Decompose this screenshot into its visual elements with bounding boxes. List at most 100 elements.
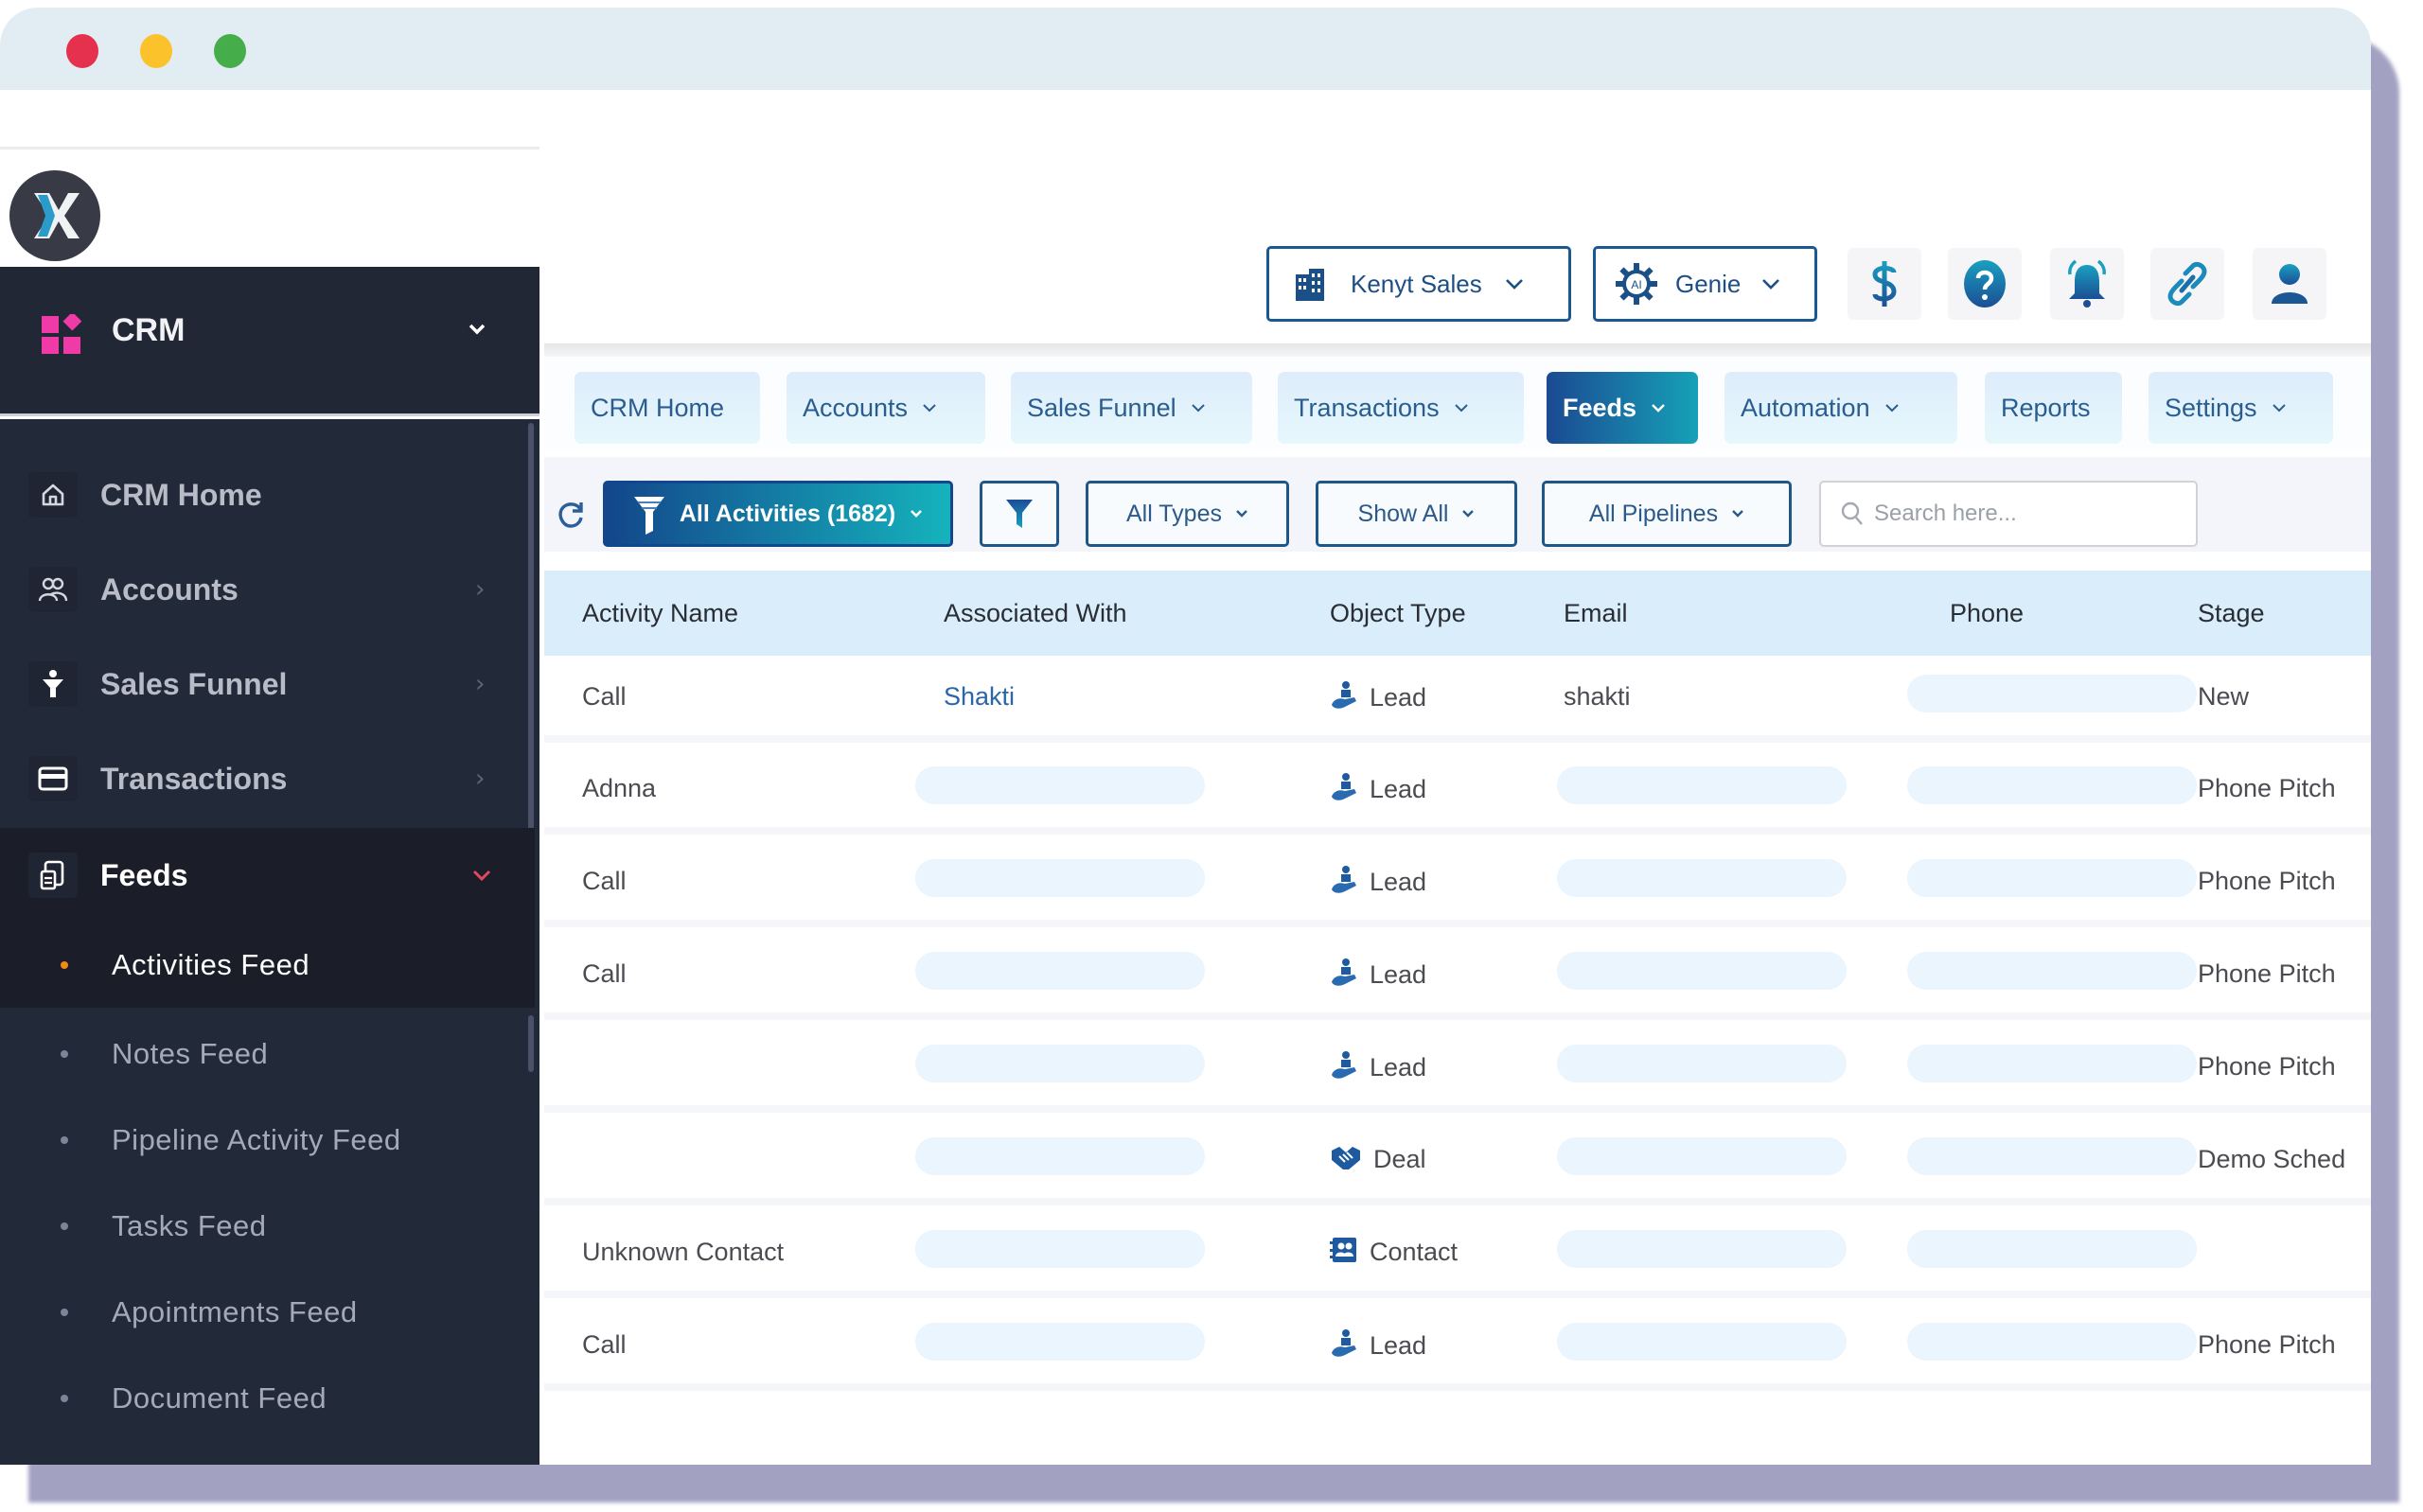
- sidebar-item-feeds[interactable]: Feeds: [0, 828, 535, 923]
- chevron-down-icon: [2272, 404, 2286, 413]
- activity-name-cell: Call: [582, 1330, 627, 1359]
- activity-name-cell: Call: [582, 959, 627, 988]
- object-type-cell: Lead: [1330, 680, 1426, 714]
- column-header[interactable]: Activity Name: [582, 599, 738, 628]
- phone-redacted: [1907, 675, 2197, 712]
- column-header[interactable]: Associated With: [944, 599, 1127, 628]
- x-logo-icon[interactable]: [9, 170, 100, 261]
- module-switcher[interactable]: CRM: [0, 267, 539, 416]
- maximize-window-button[interactable]: [214, 34, 246, 68]
- email-redacted: [1557, 1230, 1847, 1268]
- object-type-cell: Contact: [1330, 1236, 1458, 1268]
- header-divider: [544, 343, 2371, 357]
- close-window-button[interactable]: [66, 34, 98, 68]
- stage-cell: Phone Pitch: [2198, 1330, 2336, 1359]
- table-row[interactable]: Call Shakti Lead shakti New: [544, 656, 2371, 743]
- tab-settings[interactable]: Settings: [2149, 372, 2333, 444]
- tab-crm-home[interactable]: CRM Home: [575, 372, 760, 444]
- chevron-down-icon: [472, 870, 491, 882]
- sidebar-subitem-notes-feed[interactable]: Notes Feed: [0, 1011, 535, 1097]
- user-icon: [2272, 264, 2308, 304]
- lead-icon: [1330, 772, 1358, 806]
- tab-feeds[interactable]: Feeds: [1547, 372, 1698, 444]
- funnel-filter-icon: [633, 497, 664, 535]
- email-redacted: [1557, 1323, 1847, 1361]
- phone-redacted: [1907, 1323, 2197, 1361]
- notifications-button[interactable]: [2050, 248, 2124, 320]
- tab-accounts[interactable]: Accounts: [787, 372, 985, 444]
- table-row[interactable]: Deal Demo Sched: [544, 1118, 2371, 1205]
- sidebar-subitem-label: Apointments Feed: [112, 1295, 358, 1328]
- table-row[interactable]: Unknown Contact Contact: [544, 1211, 2371, 1298]
- help-button[interactable]: [1948, 248, 2022, 320]
- show-dropdown[interactable]: Show All: [1316, 481, 1517, 547]
- associated-with-redacted: [915, 952, 1205, 990]
- sidebar-item-label: Accounts: [100, 571, 239, 607]
- sidebar-subitem-tasks-feed[interactable]: Tasks Feed: [0, 1184, 535, 1269]
- tab-transactions[interactable]: Transactions: [1278, 372, 1524, 444]
- minimize-window-button[interactable]: [140, 34, 172, 68]
- sidebar-menu: CRM Home Accounts › Sales Funnel › Trans…: [0, 419, 539, 1465]
- sidebar-item-label: Sales Funnel: [100, 666, 288, 701]
- tab-sales-funnel[interactable]: Sales Funnel: [1011, 372, 1252, 444]
- lead-icon: [1330, 680, 1358, 714]
- tab-reports[interactable]: Reports: [1985, 372, 2122, 444]
- types-dropdown[interactable]: All Types: [1086, 481, 1289, 547]
- tab-label: Settings: [2165, 393, 2257, 422]
- stage-cell: New: [2198, 682, 2250, 711]
- feed-icon: [28, 853, 78, 898]
- sidebar-subitem-activities-feed[interactable]: Activities Feed: [0, 923, 535, 1008]
- object-type-cell: Lead: [1330, 865, 1426, 899]
- refresh-icon[interactable]: [556, 500, 586, 530]
- activities-filter-dropdown[interactable]: All Activities (1682): [603, 481, 953, 547]
- svg-text:AI: AI: [1631, 278, 1641, 291]
- table-row[interactable]: Lead Phone Pitch: [544, 1026, 2371, 1113]
- sidebar-subitem-label: Document Feed: [112, 1381, 327, 1415]
- link-icon: [2167, 261, 2207, 307]
- sidebar-item-sales-funnel[interactable]: Sales Funnel ›: [0, 637, 535, 731]
- search-input[interactable]: [1874, 501, 2177, 527]
- column-header[interactable]: Email: [1564, 599, 1628, 628]
- table-row[interactable]: Adnna Lead Phone Pitch: [544, 747, 2371, 835]
- profile-button[interactable]: [2253, 248, 2326, 320]
- table-row[interactable]: Call Lead Phone Pitch: [544, 933, 2371, 1020]
- table-row[interactable]: Call Lead Phone Pitch: [544, 1304, 2371, 1391]
- sidebar-subitem-pipeline-activity-feed[interactable]: Pipeline Activity Feed: [0, 1098, 535, 1183]
- object-type-cell: Lead: [1330, 772, 1426, 806]
- chevron-down-icon: [1762, 279, 1780, 290]
- associated-with-redacted: [915, 1137, 1205, 1175]
- tab-label: Automation: [1741, 393, 1870, 422]
- stage-cell: Phone Pitch: [2198, 959, 2336, 988]
- table-row[interactable]: Call Lead Phone Pitch: [544, 840, 2371, 927]
- chevron-down-icon: [911, 510, 923, 518]
- types-dropdown-label: All Types: [1126, 500, 1222, 527]
- associated-with-link[interactable]: Shakti: [944, 682, 1015, 712]
- billing-button[interactable]: [1848, 248, 1921, 320]
- bullet-dot: [61, 1222, 68, 1230]
- bell-icon: [2068, 259, 2106, 308]
- tab-automation[interactable]: Automation: [1724, 372, 1957, 444]
- stage-cell: Demo Sched: [2198, 1145, 2346, 1173]
- tab-label: Transactions: [1294, 393, 1440, 422]
- pipelines-dropdown[interactable]: All Pipelines: [1542, 481, 1792, 547]
- column-header[interactable]: Object Type: [1330, 599, 1466, 628]
- sidebar-item-transactions[interactable]: Transactions ›: [0, 731, 535, 826]
- genie-ai-button[interactable]: AI Genie: [1593, 246, 1817, 322]
- stage-cell: Phone Pitch: [2198, 1052, 2336, 1081]
- object-type-label: Lead: [1370, 1052, 1427, 1081]
- column-header[interactable]: Stage: [2198, 599, 2265, 628]
- bullet-dot: [61, 1309, 68, 1316]
- column-header[interactable]: Phone: [1950, 599, 2024, 628]
- company-selector[interactable]: Kenyt Sales: [1266, 246, 1571, 322]
- sidebar-item-accounts[interactable]: Accounts ›: [0, 542, 535, 637]
- sidebar-subitem-document-feed[interactable]: Document Feed: [0, 1356, 535, 1441]
- contact-card-icon: [1330, 1236, 1358, 1268]
- bullet-dot: [61, 1136, 68, 1144]
- email-redacted: [1557, 1137, 1847, 1175]
- sidebar-subitem-apointments-feed[interactable]: Apointments Feed: [0, 1270, 535, 1355]
- advanced-filter-button[interactable]: [980, 481, 1059, 547]
- pipelines-dropdown-label: All Pipelines: [1588, 500, 1719, 527]
- help-icon: [1964, 260, 2006, 308]
- sidebar-item-crm-home[interactable]: CRM Home: [0, 448, 535, 542]
- share-link-button[interactable]: [2150, 248, 2224, 320]
